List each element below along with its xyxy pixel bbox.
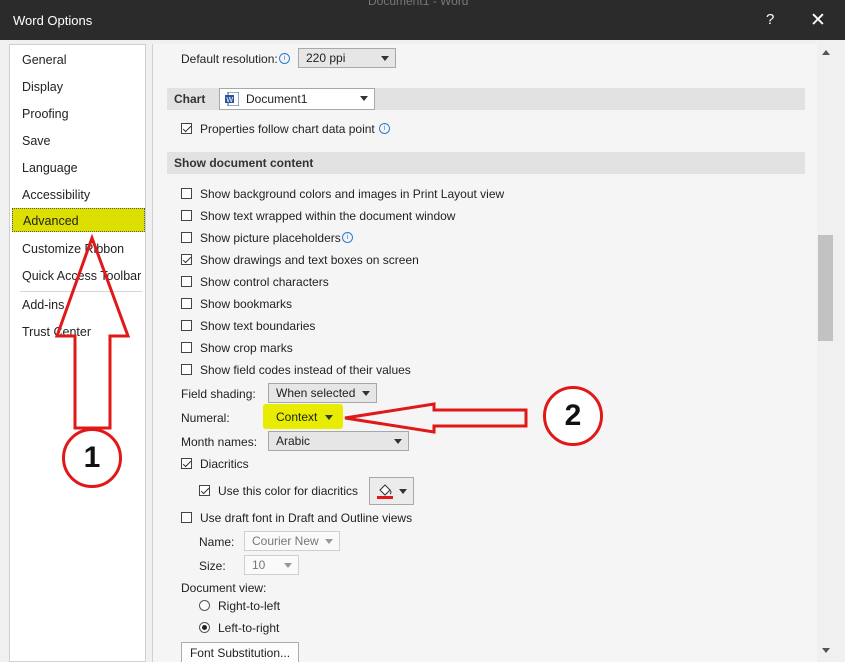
annotation-marker-1: 1	[62, 428, 122, 488]
annotation-arrow-left	[344, 402, 528, 434]
annotation-overlay	[54, 233, 528, 434]
annotation-arrow-up	[54, 233, 131, 430]
annotation-marker-2: 2	[543, 386, 603, 446]
